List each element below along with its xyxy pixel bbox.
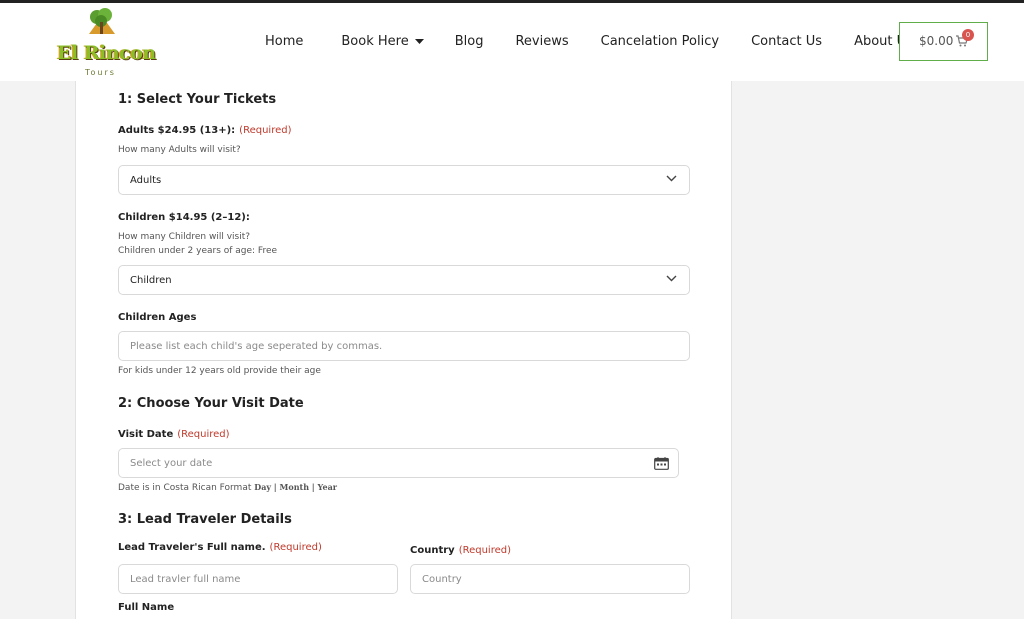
section-title-lead-traveler: 3: Lead Traveler Details (118, 512, 292, 527)
required-marker: (Required) (239, 125, 292, 136)
cart-count-badge: 0 (962, 29, 974, 41)
logo-text: El Rincon (57, 42, 156, 64)
nav-blog[interactable]: Blog (455, 34, 484, 49)
lead-name-label: Lead Traveler's Full name. (Required) (118, 542, 322, 553)
logo-subtitle: Tours (85, 68, 116, 77)
required-marker: (Required) (458, 545, 511, 556)
site-header: El Rincon Tours Home Book Here Blog Revi… (0, 3, 1024, 81)
children-ages-input[interactable]: Please list each child's age seperated b… (118, 331, 690, 361)
children-ages-placeholder: Please list each child's age seperated b… (130, 341, 383, 352)
booking-form: 1: Select Your Tickets Adults $24.95 (13… (75, 81, 732, 619)
children-label: Children $14.95 (2–12): (118, 212, 250, 223)
caret-down-icon (414, 38, 424, 44)
country-input[interactable]: Country (410, 564, 690, 594)
date-format: Day | Month | Year (254, 482, 338, 492)
site-logo[interactable]: El Rincon Tours (55, 8, 156, 78)
visit-date-label-text: Visit Date (118, 429, 174, 440)
nav-label: Reviews (515, 34, 569, 49)
cart-amount: $0.00 (919, 34, 954, 48)
lead-name-label-text: Lead Traveler's Full name. (118, 542, 266, 553)
section-title-tickets: 1: Select Your Tickets (118, 92, 277, 107)
nav-label: Blog (454, 34, 484, 49)
section-title-visit-date: 2: Choose Your Visit Date (118, 396, 304, 411)
adults-select[interactable]: Adults (118, 165, 690, 195)
lead-name-input[interactable]: Lead travler full name (118, 564, 398, 594)
adults-label-text: Adults $24.95 (13+): (118, 125, 236, 136)
chevron-down-icon (666, 175, 677, 182)
adults-select-value: Adults (130, 175, 162, 186)
children-free-note: Children under 2 years of age: Free (118, 246, 278, 256)
nav-label: Home (265, 34, 304, 49)
nav-reviews[interactable]: Reviews (515, 34, 568, 49)
visit-date-help-text: Date is in Costa Rican Format (118, 483, 252, 493)
cart-button[interactable]: $0.00 0 (899, 22, 988, 61)
visit-date-label: Visit Date (Required) (118, 429, 230, 440)
tree-logo-icon (89, 8, 115, 34)
nav-label: Book Here (341, 34, 409, 49)
required-marker: (Required) (269, 542, 322, 553)
visit-date-placeholder: Select your date (130, 458, 213, 469)
children-help: How many Children will visit? (118, 232, 251, 242)
visit-date-help: Date is in Costa Rican Format Day | Mont… (118, 482, 337, 493)
full-name-label: Full Name (118, 602, 175, 613)
visit-date-input[interactable]: Select your date (118, 448, 679, 478)
nav-label: Contact Us (751, 34, 823, 49)
calendar-icon[interactable] (654, 457, 669, 470)
children-ages-help: For kids under 12 years old provide thei… (118, 366, 321, 376)
country-label: Country (Required) (410, 545, 511, 556)
chevron-down-icon (666, 275, 677, 282)
country-placeholder: Country (422, 574, 462, 585)
nav-contact-us[interactable]: Contact Us (751, 34, 822, 49)
children-ages-label: Children Ages (118, 312, 197, 323)
children-select-value: Children (130, 275, 172, 286)
nav-home[interactable]: Home (265, 34, 303, 49)
country-label-text: Country (410, 545, 455, 556)
lead-name-placeholder: Lead travler full name (130, 574, 241, 585)
nav-label: Cancelation Policy (600, 34, 720, 49)
children-select[interactable]: Children (118, 265, 690, 295)
main-nav: Home Book Here Blog Reviews Cancelation … (265, 34, 913, 49)
required-marker: (Required) (177, 429, 230, 440)
nav-cancelation-policy[interactable]: Cancelation Policy (601, 34, 719, 49)
adults-label: Adults $24.95 (13+): (Required) (118, 125, 291, 136)
nav-book-here[interactable]: Book Here (341, 34, 424, 49)
adults-help: How many Adults will visit? (118, 145, 241, 155)
